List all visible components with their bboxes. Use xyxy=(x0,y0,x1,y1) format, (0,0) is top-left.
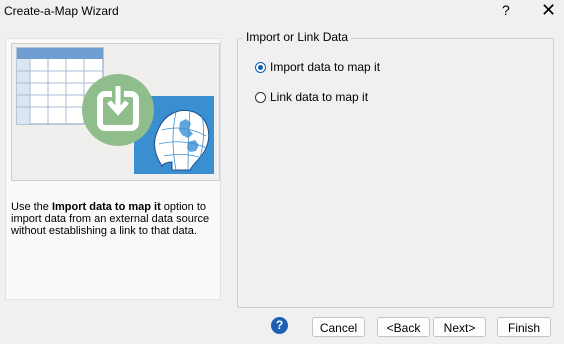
context-help-button[interactable]: ? xyxy=(502,2,510,18)
finish-button[interactable]: Finish xyxy=(497,317,551,337)
title-bar: Create-a-Map Wizard ? ✕ xyxy=(0,0,564,24)
link-radio[interactable] xyxy=(255,91,266,103)
back-button[interactable]: <Back xyxy=(377,317,430,337)
window-title: Create-a-Map Wizard xyxy=(4,4,119,18)
help-icon[interactable]: ? xyxy=(271,317,288,334)
wizard-illustration xyxy=(11,43,220,181)
import-data-illustration xyxy=(16,47,214,174)
import-link-group xyxy=(237,38,554,308)
link-radio-label: Link data to map it xyxy=(270,90,369,104)
close-button[interactable]: ✕ xyxy=(541,0,556,20)
download-icon xyxy=(82,74,154,146)
group-label: Import or Link Data xyxy=(243,30,352,44)
import-radio-label: Import data to map it xyxy=(270,60,381,74)
option-description: Use the Import data to map it option to … xyxy=(11,201,210,237)
cancel-button[interactable]: Cancel xyxy=(312,317,365,337)
info-panel: Use the Import data to map it option to … xyxy=(5,38,221,300)
import-radio[interactable] xyxy=(255,61,266,73)
next-button[interactable]: Next> xyxy=(433,317,486,337)
link-data-option[interactable]: Link data to map it xyxy=(255,90,368,104)
import-data-option[interactable]: Import data to map it xyxy=(255,60,380,74)
